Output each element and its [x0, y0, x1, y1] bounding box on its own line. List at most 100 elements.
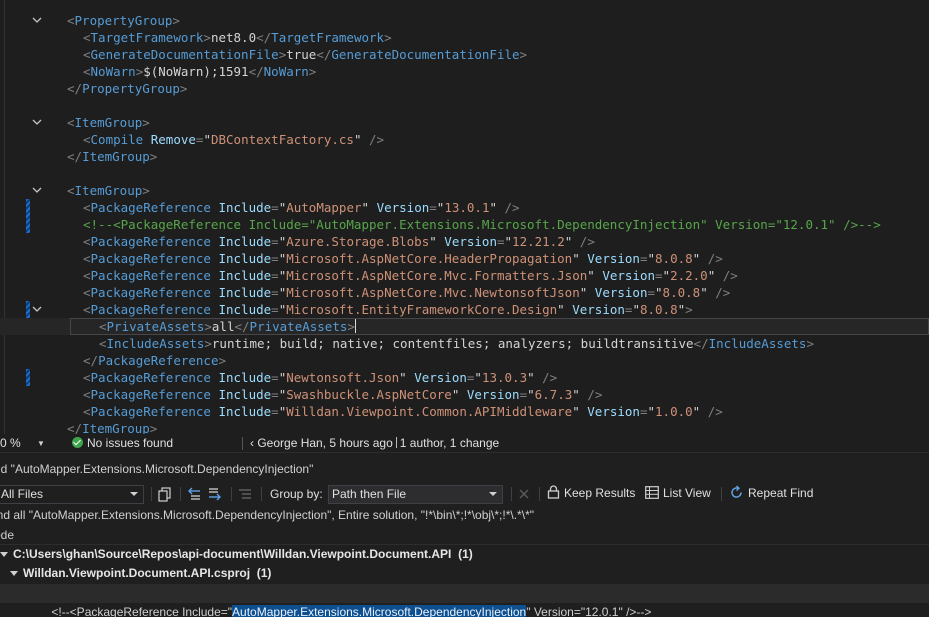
code-token: ": [572, 404, 580, 419]
code-line[interactable]: <Compile Remove="DBContextFactory.cs" />: [0, 131, 929, 148]
code-line[interactable]: <PackageReference Include="Microsoft.Asp…: [0, 284, 929, 301]
code-line[interactable]: <PropertyGroup>: [0, 12, 929, 29]
scope-value: All Files: [1, 487, 44, 501]
code-line[interactable]: [0, 97, 929, 114]
stop-search-icon[interactable]: [516, 486, 532, 502]
issues-indicator[interactable]: No issues found: [72, 434, 173, 453]
code-line[interactable]: <PackageReference Include="Newtonsoft.Js…: [0, 369, 929, 386]
group-by-dropdown[interactable]: Path then File: [328, 485, 503, 504]
code-token: =: [655, 268, 663, 283]
fold-chevron-icon[interactable]: [32, 182, 42, 199]
keep-results-button[interactable]: Keep Results: [547, 485, 635, 504]
code-line[interactable]: <PackageReference Include="Azure.Storage…: [0, 233, 929, 250]
copy-icon[interactable]: [157, 486, 173, 502]
fold-chevron-icon[interactable]: [32, 114, 42, 131]
fold-chevron-icon[interactable]: [32, 301, 42, 318]
result-project-node[interactable]: Willdan.Viewpoint.Document.API.csproj (1…: [0, 564, 929, 583]
code-line[interactable]: <PackageReference Include="Microsoft.Ent…: [0, 301, 929, 318]
code-token: Compile: [90, 132, 144, 147]
code-line[interactable]: <PrivateAssets>all</PrivateAssets>: [0, 318, 929, 335]
code-token: Include: [218, 387, 272, 402]
code-token: Microsoft.AspNetCore.Mvc.Formatters.Json: [286, 268, 588, 283]
code-text: <NoWarn>$(NoWarn);1591</NoWarn>: [83, 63, 316, 80]
git-change-marker[interactable]: [26, 301, 30, 318]
code-token: Include: [218, 251, 272, 266]
code-text: <PackageReference Include="Willdan.Viewp…: [83, 403, 723, 420]
code-line[interactable]: <TargetFramework>net8.0</TargetFramework…: [0, 29, 929, 46]
git-change-marker[interactable]: [26, 199, 30, 216]
project-count: (1): [256, 566, 272, 580]
code-line[interactable]: </ItemGroup>: [0, 420, 929, 434]
code-line[interactable]: <!--<PackageReference Include="AutoMappe…: [0, 216, 929, 233]
code-text: <!--<PackageReference Include="AutoMappe…: [83, 216, 881, 233]
code-line[interactable]: <PackageReference Include="Microsoft.Asp…: [0, 250, 929, 267]
code-text: <Compile Remove="DBContextFactory.cs" />: [83, 131, 384, 148]
expand-triangle-icon[interactable]: [0, 552, 8, 557]
clear-filter-icon[interactable]: [237, 486, 253, 502]
code-line[interactable]: <ItemGroup>: [0, 114, 929, 131]
code-token: ": [527, 370, 535, 385]
git-change-marker[interactable]: [26, 216, 30, 233]
code-token: ": [203, 132, 211, 147]
code-text: <PackageReference Include="Swashbuckle.A…: [83, 386, 602, 403]
code-token: Include: [218, 404, 272, 419]
find-toolbar: All Files Group by: Path then File Keep …: [0, 483, 929, 505]
expand-triangle-icon[interactable]: [10, 571, 18, 576]
code-line[interactable]: </PackageReference>: [0, 352, 929, 369]
code-token: ItemGroup: [82, 149, 150, 164]
code-line[interactable]: [0, 165, 929, 182]
scope-dropdown[interactable]: All Files: [0, 485, 144, 504]
result-suffix: " Version="12.0.1" />-->: [526, 605, 652, 617]
git-change-marker[interactable]: [26, 369, 30, 386]
code-line[interactable]: <PackageReference Include="Microsoft.Asp…: [0, 267, 929, 284]
list-view-button[interactable]: List View: [645, 485, 711, 504]
code-text: <PackageReference Include="Microsoft.Asp…: [83, 250, 723, 267]
code-column-header[interactable]: ode: [0, 528, 14, 542]
code-token: =: [519, 387, 528, 402]
zoom-dropdown-icon[interactable]: ▼: [37, 434, 45, 453]
code-line[interactable]: <PackageReference Include="AutoMapper" V…: [0, 199, 929, 216]
zoom-level[interactable]: 0 %: [0, 434, 21, 453]
code-line[interactable]: <PackageReference Include="Willdan.Viewp…: [0, 403, 929, 420]
code-token: Version: [466, 387, 520, 402]
code-token: 13.0.3: [481, 370, 528, 385]
code-line[interactable]: </ItemGroup>: [0, 148, 929, 165]
code-line[interactable]: <ItemGroup>: [0, 182, 929, 199]
next-result-icon[interactable]: [207, 486, 223, 502]
code-token: Version: [594, 285, 648, 300]
code-token: >: [204, 319, 212, 334]
code-line[interactable]: <PackageReference Include="Swashbuckle.A…: [0, 386, 929, 403]
code-token: >: [142, 115, 150, 130]
code-editor[interactable]: <PropertyGroup> <TargetFramework>net8.0</…: [0, 0, 929, 434]
result-line[interactable]: <!--<PackageReference Include="AutoMappe…: [0, 584, 929, 617]
code-token: ": [647, 251, 656, 266]
code-token: =: [271, 285, 279, 300]
code-line[interactable]: <NoWarn>$(NoWarn);1591</NoWarn>: [0, 63, 929, 80]
keep-results-label: Keep Results: [564, 486, 636, 500]
git-blame-info[interactable]: ‹ George Han, 5 hours ago 1 author, 1 cha…: [250, 434, 499, 453]
code-line[interactable]: </PropertyGroup>: [0, 80, 929, 97]
code-text: <PackageReference Include="Microsoft.Ent…: [83, 301, 693, 318]
repeat-find-button[interactable]: Repeat Find: [729, 485, 813, 504]
code-token: ": [647, 404, 656, 419]
previous-result-icon[interactable]: [186, 486, 202, 502]
code-token: <: [67, 13, 75, 28]
code-token: <: [83, 251, 91, 266]
code-line[interactable]: <IncludeAssets>runtime; build; native; c…: [0, 335, 929, 352]
code-token: </: [67, 149, 83, 164]
code-token: 8.0.8: [655, 251, 693, 266]
code-text: <GenerateDocumentationFile>true</Generat…: [83, 46, 527, 63]
code-token: PackageReference: [90, 268, 211, 283]
result-folder-node[interactable]: C:\Users\ghan\Source\Repos\api-document\…: [0, 544, 929, 563]
fold-chevron-icon[interactable]: [32, 12, 42, 29]
code-token: 8.0.8: [639, 302, 678, 317]
code-token: =: [496, 234, 505, 249]
code-token: ": [527, 387, 535, 402]
code-token: PackageReference: [90, 251, 211, 266]
code-line[interactable]: <GenerateDocumentationFile>true</Generat…: [0, 46, 929, 63]
code-text: </ItemGroup>: [67, 148, 157, 165]
code-text: <PackageReference Include="Microsoft.Asp…: [83, 284, 730, 301]
code-token: </: [83, 353, 99, 368]
code-token: ": [700, 285, 708, 300]
code-token: <: [83, 404, 91, 419]
